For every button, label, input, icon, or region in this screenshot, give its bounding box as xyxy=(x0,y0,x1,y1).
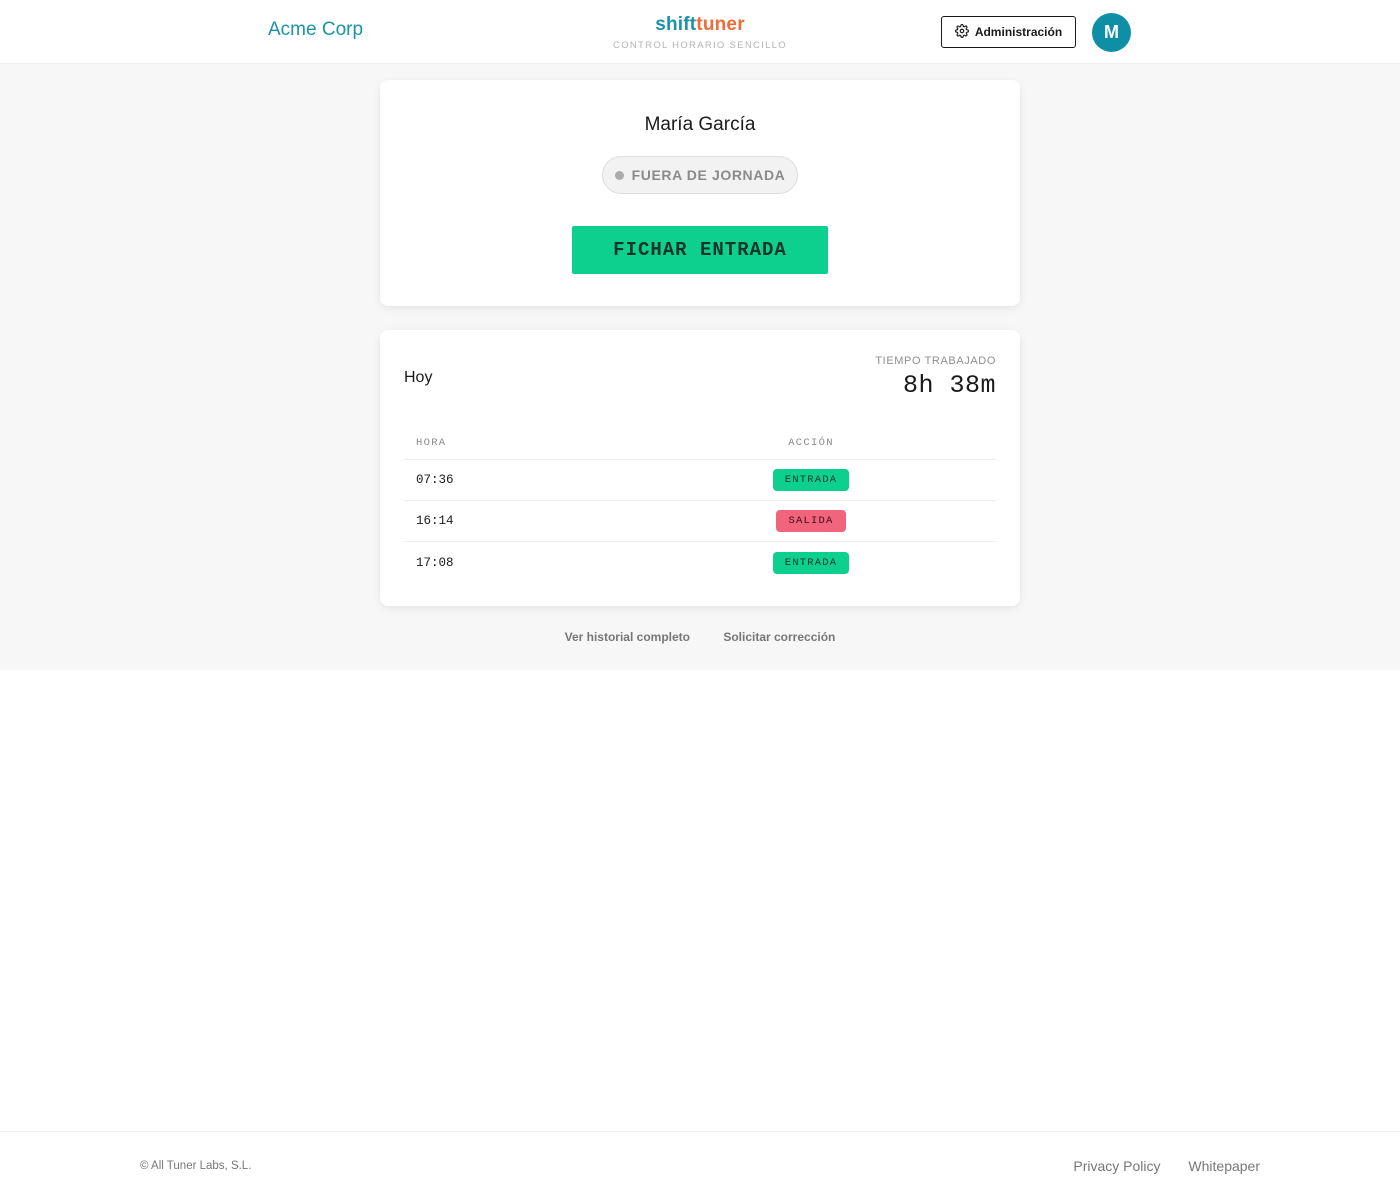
footer-links: Privacy Policy Whitepaper xyxy=(1049,1158,1260,1174)
clock-card: María García FUERA DE JORNADA FICHAR ENT… xyxy=(380,80,1020,306)
column-header-time: HORA xyxy=(416,436,447,449)
worked-time-value: 8h 38m xyxy=(902,371,996,400)
brand-tuner: tuner xyxy=(696,14,745,35)
brand-logo: shifttuner CONTROL HORARIO SENCILLO xyxy=(560,13,840,51)
worked-time-label: TIEMPO TRABAJADO xyxy=(875,355,996,367)
view-history-link[interactable]: Ver historial completo xyxy=(565,630,690,644)
brand-wordmark: shifttuner xyxy=(560,13,840,37)
action-badge: ENTRADA xyxy=(772,551,850,574)
table-header: HORA ACCIÓN xyxy=(404,426,996,460)
entry-action-cell: ENTRADA xyxy=(691,551,931,574)
secondary-links: Ver historial completo Solicitar correcc… xyxy=(0,630,1400,644)
admin-button-label: Administración xyxy=(974,25,1063,39)
admin-button[interactable]: Administración xyxy=(941,16,1076,48)
table-row: 07:36 ENTRADA xyxy=(404,460,996,501)
entry-time: 17:08 xyxy=(416,555,454,570)
brand-tagline: CONTROL HORARIO SENCILLO xyxy=(613,40,787,51)
page-footer: © All Tuner Labs, S.L. Privacy Policy Wh… xyxy=(0,1131,1400,1200)
action-badge: ENTRADA xyxy=(772,469,850,491)
copyright-text: © All Tuner Labs, S.L. xyxy=(140,1160,252,1172)
status-dot-icon xyxy=(614,170,624,180)
whitepaper-link[interactable]: Whitepaper xyxy=(1188,1158,1260,1174)
brand-shift: shift xyxy=(655,14,697,35)
employee-name: María García xyxy=(644,114,756,135)
status-label: FUERA DE JORNADA xyxy=(631,167,786,183)
table-row: 16:14 SALIDA xyxy=(404,501,996,542)
entry-action-cell: ENTRADA xyxy=(691,469,931,491)
top-header: Acme Corp shifttuner CONTROL HORARIO SEN… xyxy=(0,0,1400,64)
user-avatar[interactable]: M xyxy=(1092,13,1131,52)
column-header-action: ACCIÓN xyxy=(788,436,834,449)
entry-time: 16:14 xyxy=(416,514,454,528)
entry-time: 07:36 xyxy=(416,473,454,487)
status-badge: FUERA DE JORNADA xyxy=(602,156,798,194)
request-correction-link[interactable]: Solicitar corrección xyxy=(723,630,835,644)
time-log-table: HORA ACCIÓN 07:36 ENTRADA 16:14 SALIDA 1… xyxy=(404,426,996,583)
action-badge: SALIDA xyxy=(776,510,846,532)
entry-action-cell: SALIDA xyxy=(691,510,931,532)
table-row: 17:08 ENTRADA xyxy=(404,542,996,583)
main-content: María García FUERA DE JORNADA FICHAR ENT… xyxy=(0,64,1400,670)
gear-icon xyxy=(954,23,969,41)
company-name[interactable]: Acme Corp xyxy=(268,19,363,41)
clock-in-button[interactable]: FICHAR ENTRADA xyxy=(572,226,828,274)
today-card: Hoy TIEMPO TRABAJADO 8h 38m HORA ACCIÓN … xyxy=(380,330,1020,606)
privacy-policy-link[interactable]: Privacy Policy xyxy=(1073,1158,1160,1174)
today-title: Hoy xyxy=(404,369,433,386)
